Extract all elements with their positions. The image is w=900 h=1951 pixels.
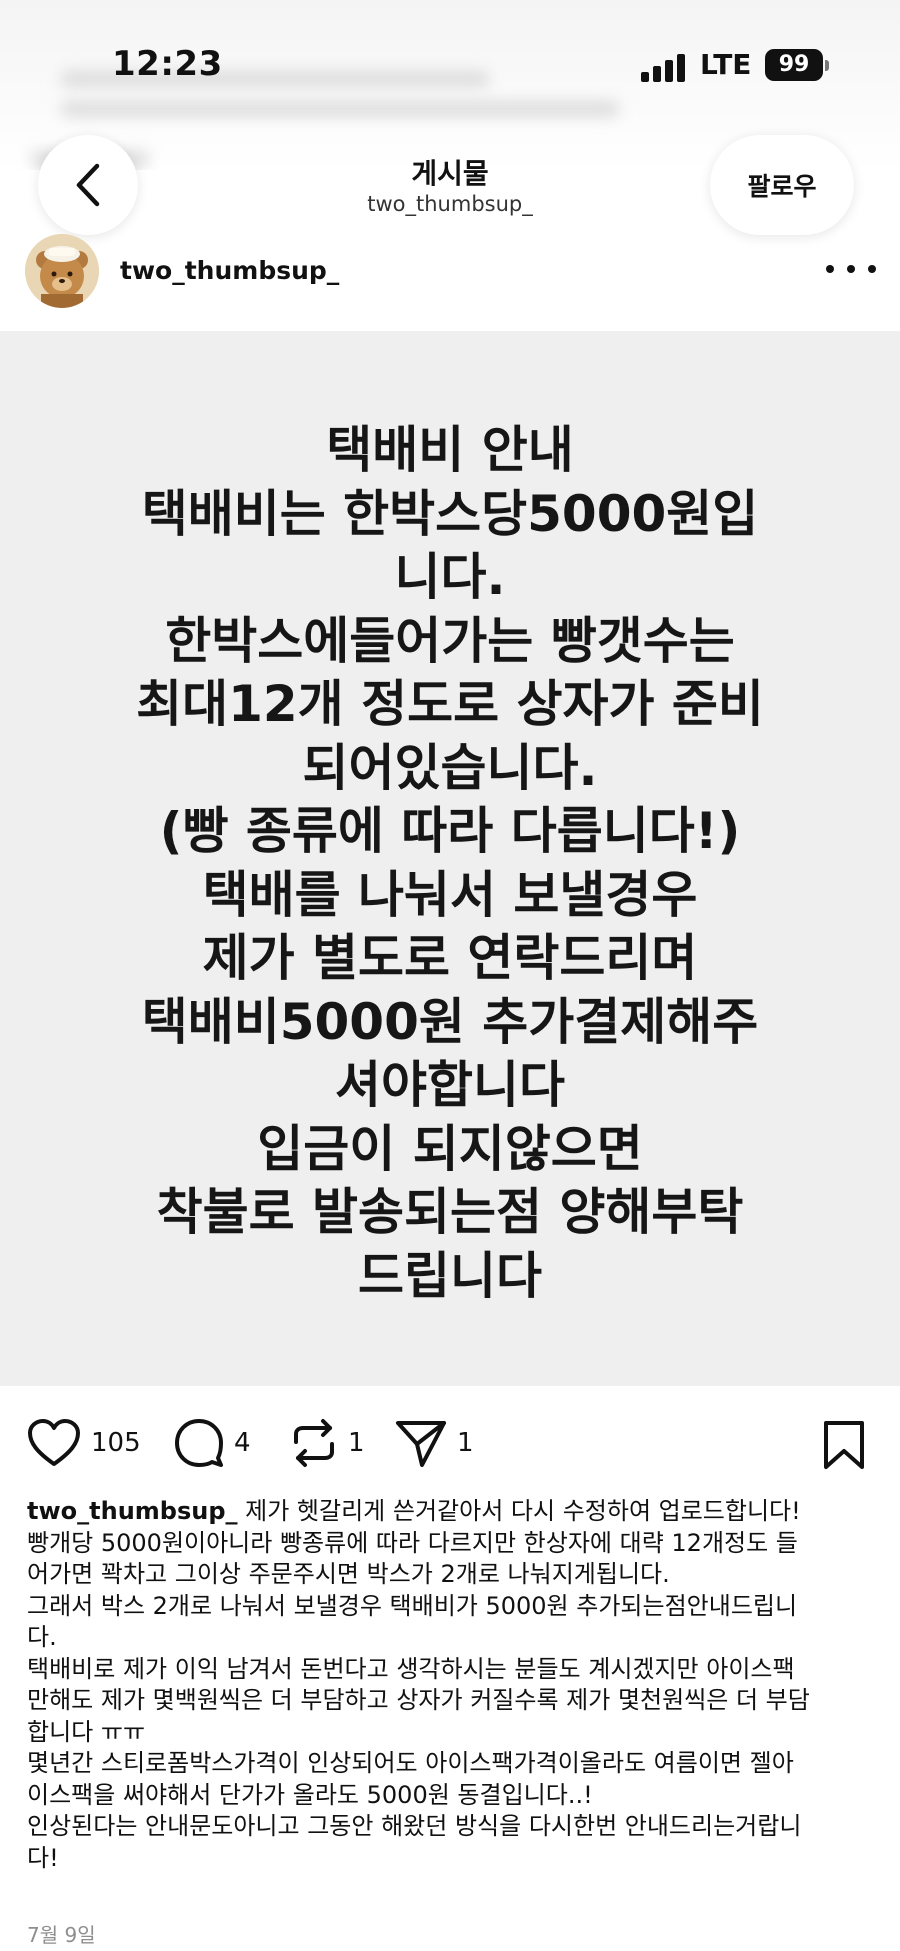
repost-count: 1 xyxy=(348,1428,365,1458)
dot xyxy=(868,265,876,273)
caption-username[interactable]: two_thumbsup_ xyxy=(27,1497,238,1525)
battery-icon: 99 xyxy=(765,49,823,81)
like-count: 105 xyxy=(91,1428,141,1458)
caption-line: 이스팩을 써야해서 단가가 올라도 5000원 동결입니다..! xyxy=(27,1780,593,1809)
repost-button[interactable]: 1 xyxy=(290,1418,365,1468)
status-bar: 12:23 LTE 99 xyxy=(0,0,900,130)
caption-line: 만해도 제가 몇백원씩은 더 부담하고 상자가 커질수록 제가 몇천원씩은 더 … xyxy=(27,1686,810,1714)
bear-avatar-icon xyxy=(25,234,99,308)
avatar[interactable] xyxy=(25,234,99,308)
post-caption: two_thumbsup_ 제가 헷갈리게 쓴거같아서 다시 수정하여 업로드합… xyxy=(27,1496,877,1874)
post-header: two_thumbsup_ xyxy=(0,232,900,312)
share-button[interactable]: 1 xyxy=(395,1418,474,1468)
caption-line: 빵개당 5000원이아니라 빵종류에 따라 다르지만 한상자에 대략 12개정도… xyxy=(27,1528,798,1557)
caption-line: 인상된다는 안내문도아니고 그동안 해왔던 방식을 다시한번 안내드리는거랍니 xyxy=(27,1812,802,1840)
action-bar: 105 4 1 1 xyxy=(0,1410,900,1476)
like-button[interactable]: 105 xyxy=(27,1418,141,1468)
post-date: 7월 9일 xyxy=(27,1923,96,1947)
dot xyxy=(826,265,834,273)
status-time: 12:23 xyxy=(112,44,223,84)
caption-text: 제가 헷갈리게 쓴거같아서 다시 수정하여 업로드합니다! xyxy=(237,1497,801,1525)
caption-line: 그래서 박스 2개로 나눠서 보낼경우 택배비가 5000원 추가되는점안내드립… xyxy=(27,1591,798,1620)
caption-line: 합니다 ㅠㅠ xyxy=(27,1717,146,1746)
save-button[interactable] xyxy=(822,1420,866,1474)
heart-icon xyxy=(28,1419,80,1466)
caption-line: 어가면 꽉차고 그이상 주문주시면 박스가 2개로 나눠지게됩니다. xyxy=(27,1560,670,1588)
repost-icon xyxy=(294,1419,334,1467)
share-count: 1 xyxy=(457,1428,474,1458)
post-image-text: 택배비 안내 택배비는 한박스당5000원입 니다. 한박스에들어가는 빵갯수는… xyxy=(136,421,764,1305)
battery-tip xyxy=(825,60,829,71)
send-icon xyxy=(396,1421,446,1467)
caption-line: 몇년간 스티로폼박스가격이 인상되어도 아이스팩가격이올라도 여름이면 젤아 xyxy=(27,1749,794,1777)
follow-button[interactable]: 팔로우 xyxy=(710,135,854,235)
bookmark-icon xyxy=(824,1421,864,1469)
network-label: LTE xyxy=(700,48,752,81)
signal-icon xyxy=(641,52,687,82)
more-options-button[interactable] xyxy=(826,254,876,284)
caption-first-line: two_thumbsup_ 제가 헷갈리게 쓴거같아서 다시 수정하여 업로드합… xyxy=(27,1496,877,1528)
dot xyxy=(847,265,855,273)
comment-button[interactable]: 4 xyxy=(174,1418,251,1468)
top-navigation: 게시물 two_thumbsup_ 팔로우 xyxy=(0,130,900,240)
caption-line: 택배비로 제가 이익 남겨서 돈번다고 생각하시는 분들도 계시겠지만 아이스팩 xyxy=(27,1654,795,1683)
caption-line: 다. xyxy=(27,1623,57,1651)
caption-line: 다! xyxy=(27,1843,59,1872)
comment-icon xyxy=(175,1419,223,1467)
comment-count: 4 xyxy=(234,1428,251,1458)
post-image[interactable]: 택배비 안내 택배비는 한박스당5000원입 니다. 한박스에들어가는 빵갯수는… xyxy=(0,331,900,1386)
post-username[interactable]: two_thumbsup_ xyxy=(120,256,339,285)
